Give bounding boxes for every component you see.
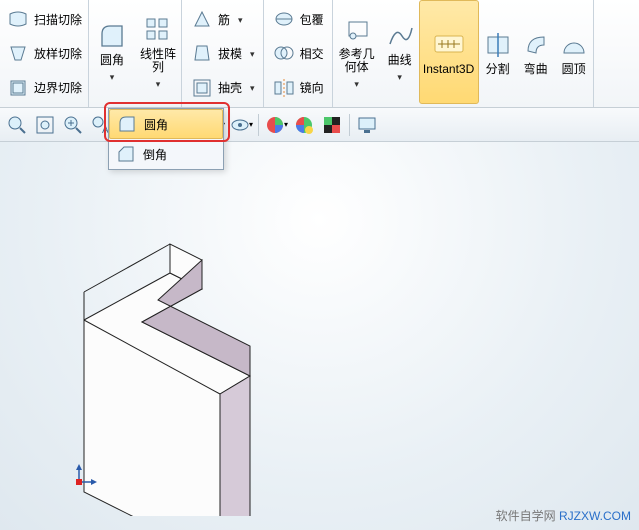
sweep-cut-button[interactable]: 扫描切除 (4, 3, 84, 35)
dropdown-arrow-icon[interactable]: ▾ (156, 78, 161, 91)
label: 相交 (300, 45, 324, 62)
render-icon[interactable] (319, 112, 345, 138)
label: 边界切除 (34, 79, 82, 96)
curves-button[interactable]: 曲线 ▾ (381, 0, 419, 104)
label: 倒角 (143, 146, 167, 163)
curves-icon (384, 20, 416, 52)
ribbon-group-feature: 圆角 ▾ 线性阵列 ▾ (89, 0, 182, 107)
zoom-fit-icon[interactable] (32, 112, 58, 138)
hide-show-icon[interactable]: ▾ (228, 112, 254, 138)
ribbon-group-2: 筋 ▾ 拔模 ▾ 抽壳 ▾ (182, 0, 264, 107)
mirror-button[interactable]: 镜向 (270, 72, 326, 104)
reference-geom-button[interactable]: 参考几何体 ▾ (333, 0, 381, 104)
linear-pattern-button[interactable]: 线性阵列 ▾ (135, 0, 181, 104)
label: 曲线 (388, 54, 412, 67)
fillet-icon (116, 113, 138, 135)
watermark: 软件自学网 RJZXW.COM (496, 507, 631, 524)
fillet-icon (96, 20, 128, 52)
intersect-icon (272, 41, 296, 65)
mirror-icon (272, 76, 296, 100)
boundary-cut-button[interactable]: 边界切除 (4, 72, 84, 104)
label: 参考几何体 (335, 48, 379, 74)
chamfer-icon (115, 143, 137, 165)
label: 筋 (218, 11, 230, 28)
dropdown-arrow-icon[interactable]: ▾ (238, 15, 243, 26)
boundary-cut-icon (6, 76, 30, 100)
label: 圆角 (100, 54, 124, 67)
fillet-button[interactable]: 圆角 ▾ (89, 0, 135, 104)
wrap-button[interactable]: 包覆 (270, 3, 326, 35)
label: 扫描切除 (34, 11, 82, 28)
ribbon: 扫描切除 放样切除 边界切除 圆角 ▾ (0, 0, 639, 108)
linear-pattern-icon (142, 14, 174, 46)
dropdown-arrow-icon[interactable]: ▾ (110, 71, 115, 84)
label: 线性阵列 (137, 48, 179, 74)
fillet-dropdown: 圆角 倒角 (108, 108, 224, 170)
split-icon (482, 29, 514, 61)
label: 拔模 (218, 45, 242, 62)
magnify-icon[interactable] (60, 112, 86, 138)
rib-icon (190, 7, 214, 31)
label: Instant3D (423, 63, 474, 76)
dropdown-arrow-icon[interactable]: ▾ (354, 78, 359, 91)
label: 抽壳 (218, 79, 242, 96)
appearance-icon[interactable]: ▾ (263, 112, 289, 138)
wrap-icon (272, 7, 296, 31)
scene-icon[interactable] (291, 112, 317, 138)
label: 圆角 (144, 116, 168, 133)
label: 镜向 (300, 79, 324, 96)
view-toolbar: A ▾ ▾ ▾ ▾ ▾ (0, 108, 639, 142)
label: 弯曲 (524, 63, 548, 76)
separator (349, 114, 350, 136)
dropdown-arrow-icon[interactable]: ▾ (397, 71, 402, 84)
dropdown-arrow-icon[interactable]: ▾ (250, 83, 255, 94)
zoom-icon[interactable] (4, 112, 30, 138)
loft-cut-button[interactable]: 放样切除 (4, 37, 84, 69)
dropdown-item-chamfer[interactable]: 倒角 (109, 139, 223, 169)
origin-indicator (71, 462, 87, 478)
label: 圆顶 (562, 63, 586, 76)
ribbon-group-cut: 扫描切除 放样切除 边界切除 (0, 0, 89, 107)
ribbon-group-3: 包覆 相交 镜向 (264, 0, 333, 107)
dome-button[interactable]: 圆顶 (555, 0, 593, 104)
label: 包覆 (300, 11, 324, 28)
draft-icon (190, 41, 214, 65)
label: 放样切除 (34, 45, 82, 62)
label: 分割 (486, 63, 510, 76)
rib-button[interactable]: 筋 ▾ (188, 3, 257, 35)
separator (258, 114, 259, 136)
dropdown-arrow-icon[interactable]: ▾ (250, 49, 255, 60)
reference-geom-icon (341, 14, 373, 46)
screen-icon[interactable] (354, 112, 380, 138)
watermark-url: RJZXW.COM (559, 509, 631, 523)
dome-icon (558, 29, 590, 61)
flex-icon (520, 29, 552, 61)
draft-button[interactable]: 拔模 ▾ (188, 37, 257, 69)
sweep-cut-icon (6, 7, 30, 31)
shell-icon (190, 76, 214, 100)
model-3d (70, 176, 350, 516)
shell-button[interactable]: 抽壳 ▾ (188, 72, 257, 104)
dropdown-item-fillet[interactable]: 圆角 (109, 109, 223, 139)
split-button[interactable]: 分割 (479, 0, 517, 104)
intersect-button[interactable]: 相交 (270, 37, 326, 69)
flex-button[interactable]: 弯曲 (517, 0, 555, 104)
watermark-text: 软件自学网 (496, 509, 556, 523)
instant3d-button[interactable]: Instant3D (419, 0, 479, 104)
viewport[interactable]: 软件自学网 RJZXW.COM (0, 142, 639, 530)
ribbon-group-4: 参考几何体 ▾ 曲线 ▾ Instant3D 分割 (333, 0, 594, 107)
loft-cut-icon (6, 41, 30, 65)
instant3d-icon (433, 29, 465, 61)
